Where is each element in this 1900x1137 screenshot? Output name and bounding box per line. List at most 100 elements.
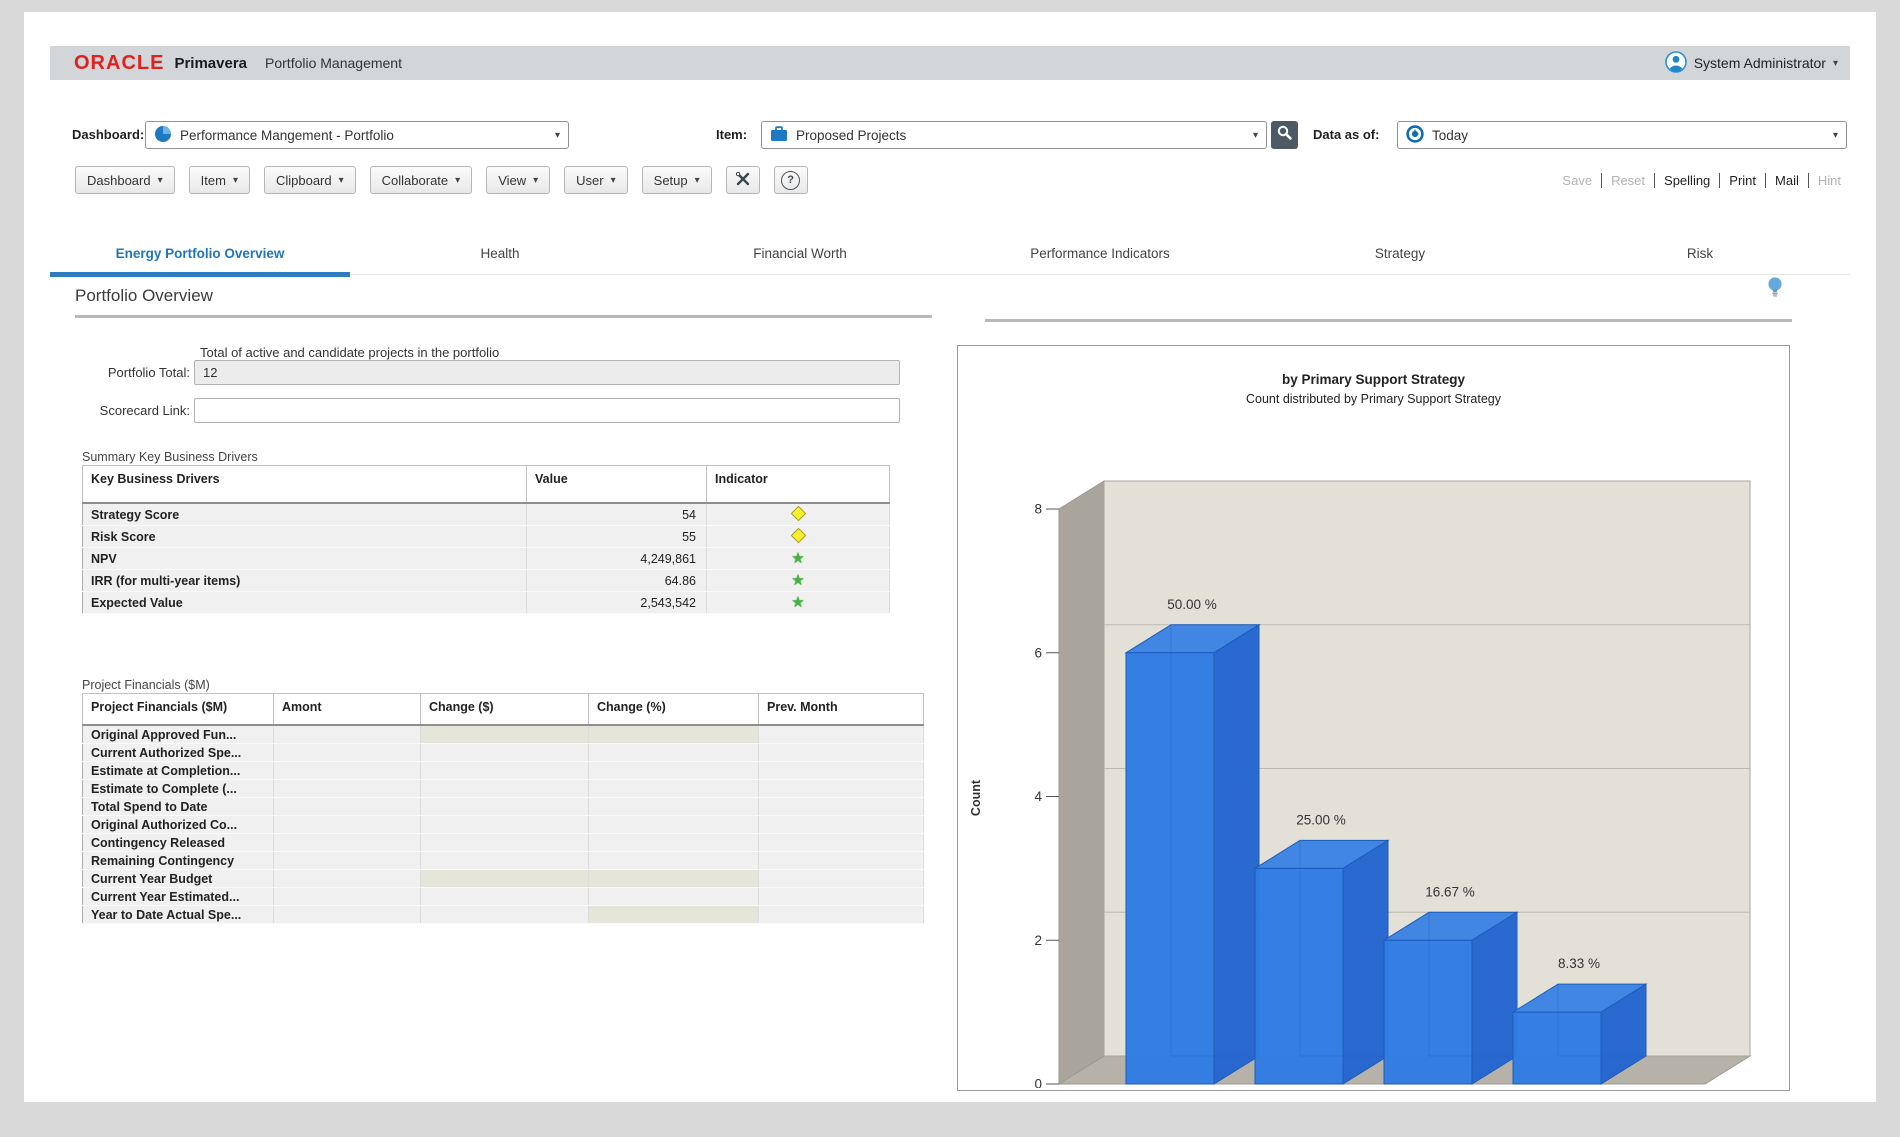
fin-cell <box>589 852 759 870</box>
toolbar-menu-collaborate[interactable]: Collaborate▾ <box>370 166 473 194</box>
svg-text:16.67 %: 16.67 % <box>1425 884 1475 899</box>
fin-cell <box>274 816 421 834</box>
fin-row: Current Authorized Spe... <box>83 744 924 762</box>
scorecard-link-label: Scorecard Link: <box>64 398 190 423</box>
tab-performance-indicators[interactable]: Performance Indicators <box>950 236 1250 274</box>
fin-cell <box>759 816 924 834</box>
link-save[interactable]: Save <box>1553 173 1601 188</box>
app-title: Portfolio Management <box>265 55 402 71</box>
svg-text:6: 6 <box>1034 645 1042 660</box>
fin-cell <box>274 834 421 852</box>
fin-name: Original Approved Fun... <box>83 725 274 744</box>
toolbar-menu-view[interactable]: View▾ <box>486 166 550 194</box>
kbd-name: IRR (for multi-year items) <box>83 570 527 592</box>
fin-cell <box>421 744 589 762</box>
kbd-section-title: Summary Key Business Drivers <box>82 450 258 464</box>
project-financials-table: Project Financials ($M)AmontChange ($)Ch… <box>82 693 924 924</box>
tab-financial-worth[interactable]: Financial Worth <box>650 236 950 274</box>
toolbar: Dashboard▾Item▾Clipboard▾Collaborate▾Vie… <box>75 165 808 195</box>
svg-text:50.00 %: 50.00 % <box>1167 597 1217 612</box>
toolbar-menu-clipboard[interactable]: Clipboard▾ <box>264 166 356 194</box>
fin-cell <box>274 870 421 888</box>
chevron-down-icon: ▾ <box>455 175 460 186</box>
green-star-indicator-icon: ★ <box>791 594 804 611</box>
toolbar-menu-label: Item <box>201 173 226 188</box>
data-as-of-select[interactable]: Today ▾ <box>1397 121 1847 149</box>
dashboard-select[interactable]: Performance Mangement - Portfolio ▾ <box>145 121 569 149</box>
toolbar-menu-item[interactable]: Item▾ <box>189 166 250 194</box>
briefcase-icon <box>770 126 788 145</box>
tab-health[interactable]: Health <box>350 236 650 274</box>
green-star-indicator-icon: ★ <box>791 550 804 567</box>
fin-cell <box>421 852 589 870</box>
kbd-name: NPV <box>83 548 527 570</box>
fin-cell <box>589 798 759 816</box>
kbd-row: IRR (for multi-year items)64.86★ <box>83 570 890 592</box>
support-strategy-chart: 02468Count50.00 %25.00 %16.67 %8.33 % <box>958 346 1789 1088</box>
link-print[interactable]: Print <box>1719 173 1765 188</box>
toolbar-menu-label: User <box>576 173 603 188</box>
key-business-drivers-table: Key Business DriversValueIndicatorStrate… <box>82 465 890 614</box>
fin-cell <box>589 816 759 834</box>
chevron-down-icon: ▾ <box>611 175 616 186</box>
financials-section-title: Project Financials ($M) <box>82 678 210 692</box>
link-reset[interactable]: Reset <box>1601 173 1654 188</box>
fin-cell <box>759 870 924 888</box>
svg-text:Count: Count <box>969 779 983 816</box>
fin-cell <box>759 798 924 816</box>
fin-name: Contingency Released <box>83 834 274 852</box>
tab-strategy[interactable]: Strategy <box>1250 236 1550 274</box>
toolbar-menu-label: Setup <box>654 173 688 188</box>
toolbar-menu-setup[interactable]: Setup▾ <box>642 166 712 194</box>
pie-chart-icon <box>154 125 172 146</box>
link-hint[interactable]: Hint <box>1808 173 1850 188</box>
lightbulb-icon[interactable] <box>1767 276 1783 305</box>
fin-cell <box>589 870 759 888</box>
clock-icon <box>1406 125 1424 146</box>
kbd-column-header: Key Business Drivers <box>83 466 527 504</box>
data-as-of-label: Data as of: <box>1313 121 1379 149</box>
fin-cell <box>274 762 421 780</box>
help-icon: ? <box>781 171 800 190</box>
fin-cell <box>421 888 589 906</box>
svg-text:8.33 %: 8.33 % <box>1558 956 1600 971</box>
fin-cell <box>421 780 589 798</box>
fin-cell <box>421 870 589 888</box>
fin-column-header: Change ($) <box>421 694 589 726</box>
svg-text:0: 0 <box>1034 1077 1042 1089</box>
svg-text:25.00 %: 25.00 % <box>1296 812 1346 827</box>
tab-risk[interactable]: Risk <box>1550 236 1850 274</box>
svg-text:4: 4 <box>1034 789 1042 804</box>
portfolio-hint: Total of active and candidate projects i… <box>200 345 499 360</box>
item-search-button[interactable] <box>1271 121 1298 149</box>
portfolio-total-field[interactable] <box>194 360 900 385</box>
item-select[interactable]: Proposed Projects ▾ <box>761 121 1267 149</box>
fin-column-header: Change (%) <box>589 694 759 726</box>
dashboard-label: Dashboard: <box>72 121 144 149</box>
fin-cell <box>589 834 759 852</box>
fin-cell <box>759 744 924 762</box>
toolbar-menu-label: Dashboard <box>87 173 151 188</box>
help-button[interactable]: ? <box>774 166 808 194</box>
toolbar-menu-dashboard[interactable]: Dashboard▾ <box>75 166 175 194</box>
tools-button[interactable] <box>726 166 760 194</box>
chevron-down-icon: ▾ <box>339 175 344 186</box>
fin-cell <box>759 725 924 744</box>
link-mail[interactable]: Mail <box>1765 173 1808 188</box>
scorecard-link-field[interactable] <box>194 398 900 423</box>
fin-row: Original Authorized Co... <box>83 816 924 834</box>
fin-column-header: Prev. Month <box>759 694 924 726</box>
fin-column-header: Amont <box>274 694 421 726</box>
user-menu[interactable]: System Administrator ▾ <box>1665 51 1838 76</box>
fin-cell <box>589 780 759 798</box>
fin-name: Total Spend to Date <box>83 798 274 816</box>
tab-energy-portfolio-overview[interactable]: Energy Portfolio Overview <box>50 236 350 274</box>
fin-cell <box>421 834 589 852</box>
link-spelling[interactable]: Spelling <box>1654 173 1719 188</box>
title-divider <box>75 315 932 318</box>
kbd-row: Expected Value2,543,542★ <box>83 592 890 614</box>
chevron-down-icon: ▾ <box>1253 130 1258 141</box>
fin-cell <box>421 816 589 834</box>
toolbar-menu-user[interactable]: User ▾ <box>564 166 627 194</box>
yellow-diamond-indicator-icon <box>790 505 806 521</box>
